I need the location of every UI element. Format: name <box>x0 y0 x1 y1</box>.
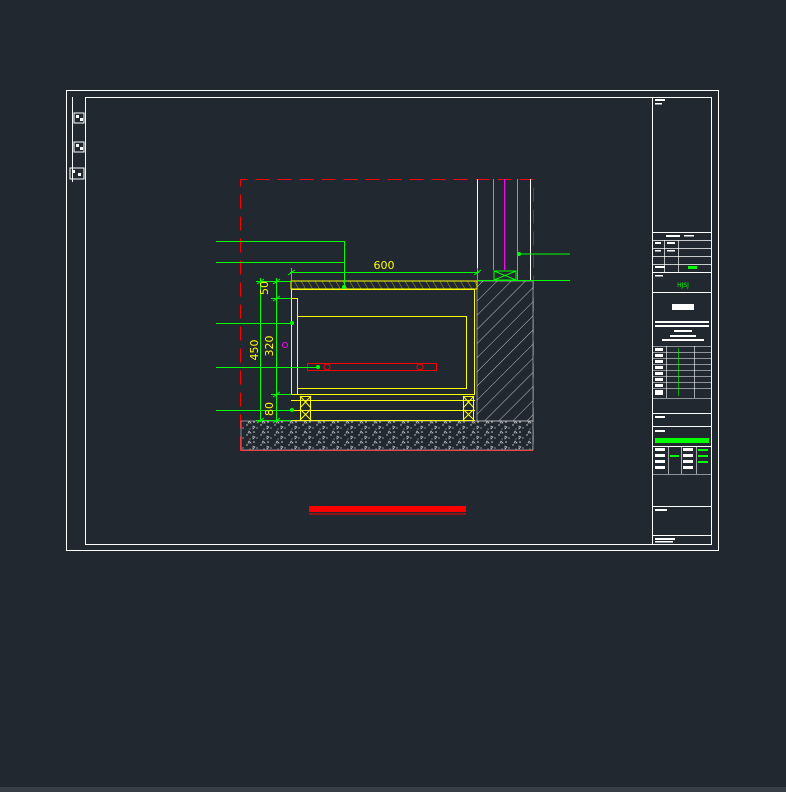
sheet-inner-frame <box>85 97 712 545</box>
cad-drawing-canvas[interactable]: HJSJ 600 450 50 320 80 <box>0 0 786 792</box>
title-block: HJSJ <box>652 97 711 544</box>
dimension-width-label: 600 <box>374 259 395 272</box>
bottom-scrollbar[interactable] <box>0 787 786 792</box>
dimension-bottom-label: 80 <box>263 402 276 416</box>
leader-lines <box>216 241 345 411</box>
dimension-top-label: 50 <box>258 281 271 295</box>
cabinet-inner-panel <box>297 316 467 389</box>
binding-strip <box>69 97 86 182</box>
dimension-total-height-label: 450 <box>248 340 261 361</box>
cabinet-body <box>291 289 475 395</box>
wall-hatch <box>476 280 534 422</box>
countertop <box>290 280 478 290</box>
company-code-text: HJSJ <box>677 282 689 289</box>
dimension-middle-label: 320 <box>263 336 276 357</box>
drawing-title-bar <box>309 506 466 512</box>
sheet-outer-frame <box>66 90 719 551</box>
cabinet-door-edge <box>291 298 298 395</box>
floor-slab <box>240 420 534 451</box>
cabinet-section-drawing: 600 450 50 320 80 <box>216 179 570 451</box>
